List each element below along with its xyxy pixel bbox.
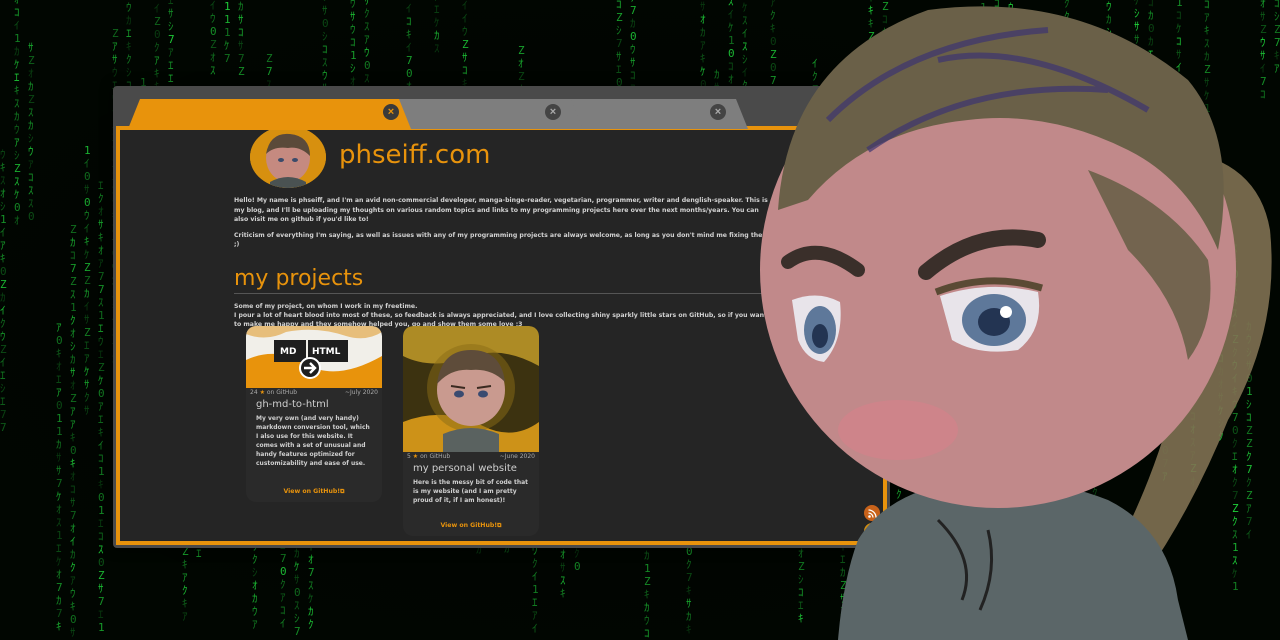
close-icon[interactable]: ×: [545, 104, 561, 120]
thumb-label-html: HTML: [312, 347, 341, 357]
project-description: My very own (and very handy) markdown co…: [256, 415, 370, 467]
external-link-icon: ⧉: [340, 488, 345, 495]
project-name: gh-md-to-html: [256, 399, 329, 410]
intro-text: Hello! My name is phseiff, and I'm an av…: [234, 196, 774, 250]
star-count: 5 ★ on GitHub: [407, 453, 451, 460]
site-header: phseiff.com: [234, 130, 774, 190]
star-count: 24 ★ on GitHub: [250, 389, 298, 396]
site-title[interactable]: phseiff.com: [339, 140, 490, 170]
tab-1-active[interactable]: ×: [128, 99, 411, 129]
view-on-github-link[interactable]: View on GitHub!⧉: [246, 488, 382, 496]
projects-heading: my projects: [234, 266, 794, 294]
intro-paragraph: Hello! My name is phseiff, and I'm an av…: [234, 197, 768, 223]
project-meta: 5 ★ on GitHub ~June 2020: [403, 452, 539, 461]
site-avatar: [250, 130, 326, 188]
star-icon: ★: [412, 453, 419, 460]
project-thumbnail: MD HTML: [246, 326, 382, 388]
project-date: ~June 2020: [499, 453, 535, 460]
projects-description: Some of my project, on whom I work in my…: [234, 302, 774, 329]
project-thumbnail: [403, 326, 539, 452]
project-name: my personal website: [413, 463, 517, 474]
close-icon[interactable]: ×: [710, 104, 726, 120]
close-icon[interactable]: ×: [383, 104, 399, 120]
project-card-personal-website[interactable]: 5 ★ on GitHub ~June 2020 my personal web…: [403, 326, 539, 536]
avatar-illustration: [760, 6, 1272, 640]
project-card-gh-md-to-html[interactable]: MD HTML 24 ★ on GitHub ~July 2020 gh-md-…: [246, 326, 382, 502]
external-link-icon: ⧉: [497, 522, 502, 529]
project-date: ~July 2020: [345, 389, 378, 396]
project-description: Here is the messy bit of code that is my…: [413, 479, 529, 504]
projects-description-line: Some of my project, on whom I work in my…: [234, 302, 418, 310]
view-on-github-link[interactable]: View on GitHub!⧉: [403, 522, 539, 530]
page-content: phseiff.com Hello! My name is phseiff, a…: [234, 130, 794, 329]
intro-paragraph: Criticism of everything I'm saying, as w…: [234, 231, 769, 249]
project-meta: 24 ★ on GitHub ~July 2020: [246, 388, 382, 397]
thumb-label-md: MD: [280, 347, 296, 357]
star-icon: ★: [259, 389, 265, 396]
